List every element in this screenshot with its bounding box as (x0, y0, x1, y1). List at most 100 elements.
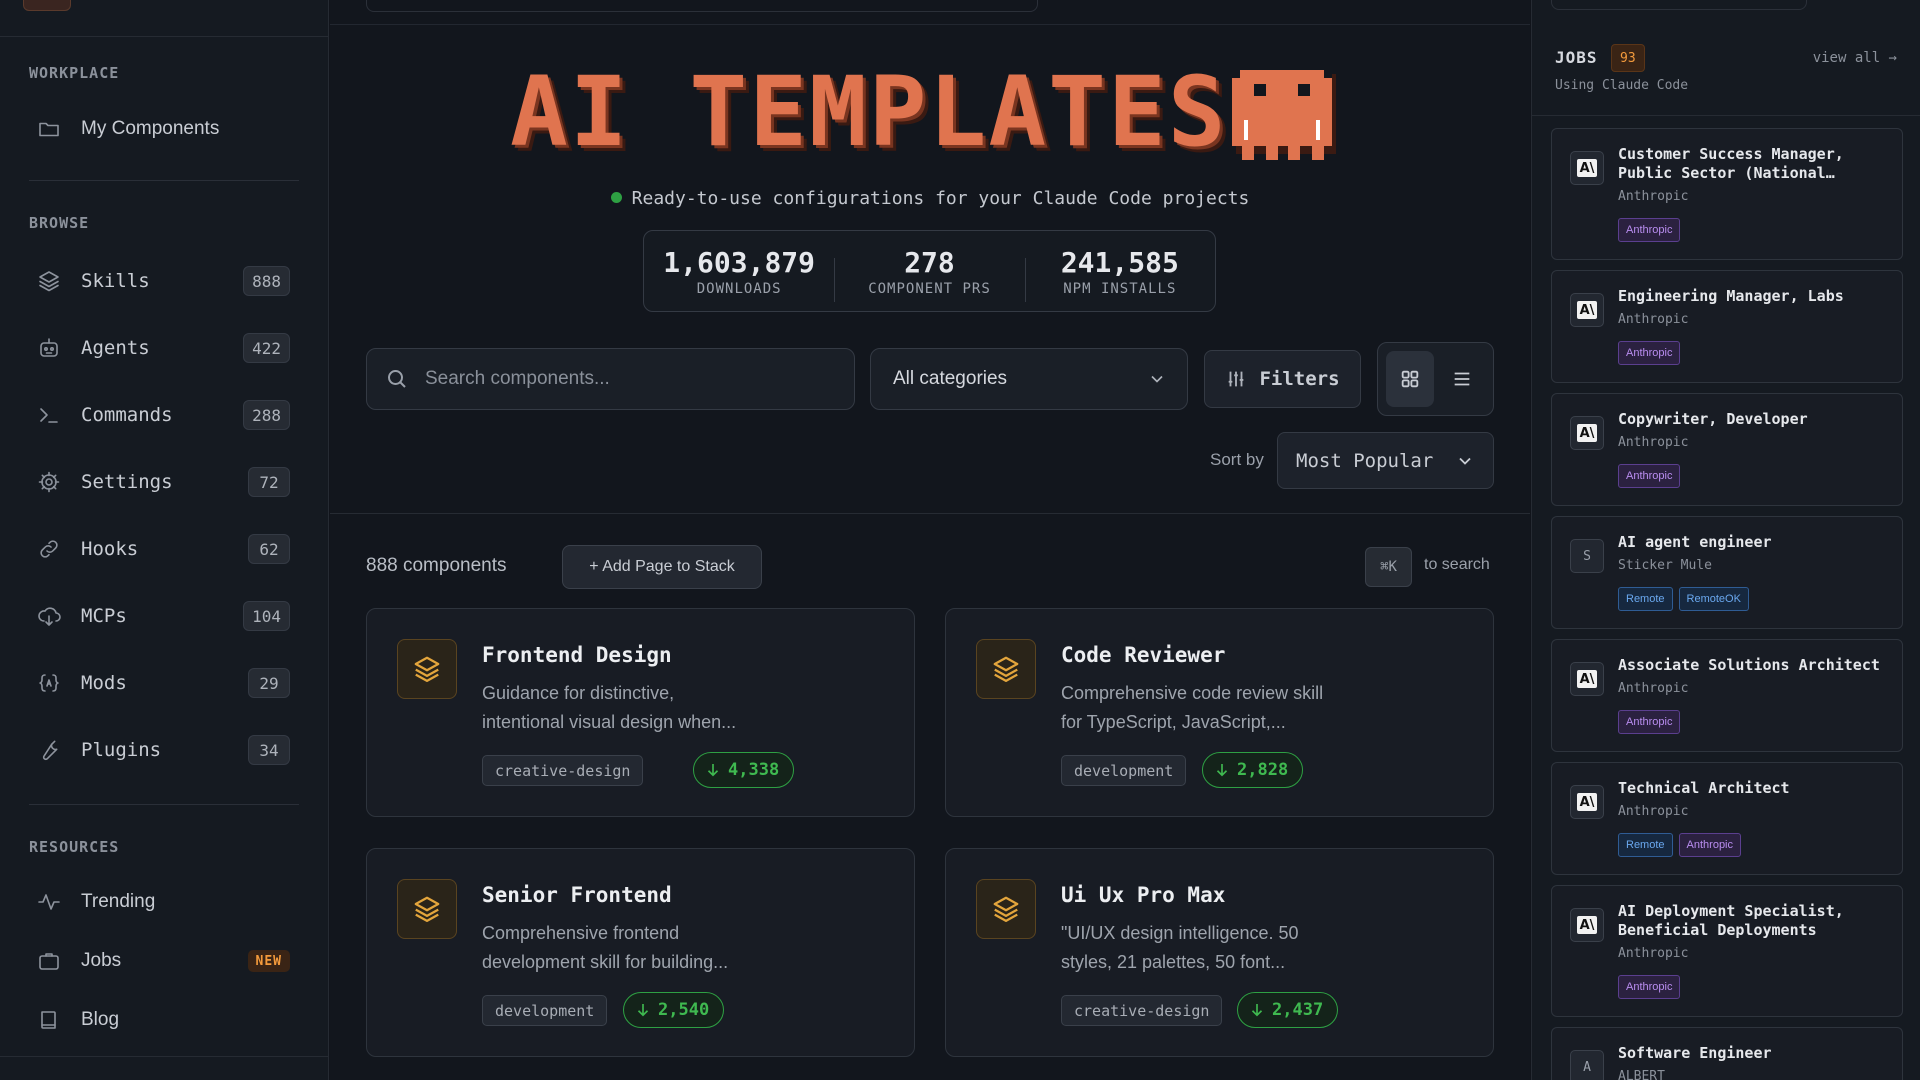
job-tags: Remote RemoteOK (1618, 587, 1749, 611)
sidebar-item-label: My Components (81, 118, 220, 139)
anthropic-logo-icon: A\ (1577, 159, 1597, 177)
layers-icon (397, 879, 457, 939)
shortcut-hint: to search (1424, 556, 1490, 573)
download-count: 4,338 (693, 752, 795, 788)
sidebar-item-label: Blog (81, 1009, 120, 1030)
grid-view-button[interactable] (1386, 351, 1434, 407)
sort-select[interactable]: Most Popular (1277, 432, 1494, 489)
job-title: Technical Architect (1618, 779, 1790, 797)
card-title: Senior Frontend (482, 883, 672, 907)
job-title: AI Deployment Specialist, Beneficial Dep… (1618, 902, 1844, 939)
sidebar-item-label: Skills (81, 270, 150, 292)
sidebar-item-settings[interactable]: Settings 72 (29, 459, 299, 505)
job-company: Anthropic (1618, 312, 1689, 327)
count-badge: 72 (248, 467, 290, 497)
view-all-link[interactable]: view all → (1813, 50, 1897, 66)
job-tag: Remote (1618, 833, 1673, 857)
wrench-icon (29, 738, 69, 762)
count-badge: 288 (243, 400, 290, 430)
mascot-icon (1232, 70, 1336, 160)
search-input[interactable] (425, 368, 825, 390)
sidebar: WORKPLACE My Components BROWSE Skills 88… (0, 0, 329, 1080)
job-title: Copywriter, Developer (1618, 410, 1808, 428)
section-title-resources: RESOURCES (29, 838, 120, 856)
robot-icon (29, 336, 69, 360)
sidebar-item-trending[interactable]: Trending (29, 879, 299, 925)
stat-label: DOWNLOADS (696, 280, 782, 297)
job-tags: Anthropic (1618, 710, 1681, 734)
stat-downloads: 1,603,879 DOWNLOADS (644, 246, 834, 297)
list-view-button[interactable] (1438, 351, 1486, 407)
sidebar-item-commands[interactable]: Commands 288 (29, 392, 299, 438)
divider (330, 24, 1530, 25)
download-count: 2,437 (1237, 992, 1339, 1028)
section-title-browse: BROWSE (29, 214, 90, 232)
sidebar-item-label: MCPs (81, 605, 127, 627)
job-card[interactable]: A\ Engineering Manager, Labs Anthropic A… (1551, 270, 1903, 383)
job-tag: Anthropic (1678, 833, 1742, 857)
job-card[interactable]: S AI agent engineer Sticker Mule Remote … (1551, 516, 1903, 629)
stats-panel: 1,603,879 DOWNLOADS 278 COMPONENT PRS 24… (643, 230, 1216, 312)
sidebar-item-label: Plugins (81, 739, 162, 761)
job-card[interactable]: A\ Technical Architect Anthropic Remote … (1551, 762, 1903, 875)
category-tag: development (482, 995, 608, 1026)
filters-button[interactable]: Filters (1204, 350, 1361, 408)
job-company: Anthropic (1618, 435, 1689, 450)
job-tag: Anthropic (1618, 218, 1681, 242)
divider (0, 1056, 328, 1057)
sidebar-item-mods[interactable]: Mods 29 (29, 660, 299, 706)
job-card[interactable]: A\ Copywriter, Developer Anthropic Anthr… (1551, 393, 1903, 506)
sidebar-item-hooks[interactable]: Hooks 62 (29, 526, 299, 572)
sidebar-item-skills[interactable]: Skills 888 (29, 258, 299, 304)
job-card[interactable]: A\ Associate Solutions Architect Anthrop… (1551, 639, 1903, 752)
top-search-bar[interactable] (366, 0, 1038, 12)
activity-icon (29, 890, 69, 914)
add-page-to-stack-button[interactable]: + Add Page to Stack (562, 545, 762, 589)
company-logo: A\ (1570, 293, 1604, 327)
company-logo: A\ (1570, 416, 1604, 450)
stat-npm-installs: 241,585 NPM INSTALLS (1024, 246, 1215, 302)
category-select[interactable]: All categories (870, 348, 1188, 410)
job-card[interactable]: A\ Customer Success Manager, Public Sect… (1551, 128, 1903, 260)
job-card[interactable]: A Software Engineer ALBERT (1551, 1027, 1903, 1080)
divider (29, 180, 299, 181)
anthropic-logo-icon: A\ (1577, 916, 1597, 934)
sidebar-item-blog[interactable]: Blog (29, 997, 299, 1043)
jobs-title: JOBS (1555, 48, 1598, 67)
card-description: Comprehensive frontend development skill … (482, 923, 729, 972)
card-description: Guidance for distinctive, intentional vis… (482, 683, 737, 732)
component-card[interactable]: Code Reviewer Comprehensive code review … (945, 608, 1494, 817)
sidebar-item-agents[interactable]: Agents 422 (29, 325, 299, 371)
card-title: Ui Ux Pro Max (1061, 883, 1226, 907)
company-logo: A\ (1570, 151, 1604, 185)
sort-label: Sort by (1210, 450, 1264, 469)
stat-label: COMPONENT PRS (868, 280, 991, 297)
company-initial: A (1583, 1059, 1591, 1075)
anthropic-logo-icon: A\ (1577, 793, 1597, 811)
gear-icon (29, 470, 69, 494)
filters-label: Filters (1259, 368, 1340, 390)
count-badge: 29 (248, 668, 290, 698)
arrow-down-icon (1251, 1004, 1263, 1017)
job-card[interactable]: A\ AI Deployment Specialist, Beneficial … (1551, 885, 1903, 1017)
job-tag: RemoteOK (1678, 587, 1749, 611)
category-tag: creative-design (482, 755, 644, 786)
job-title: Engineering Manager, Labs (1618, 287, 1844, 305)
component-card[interactable]: Frontend Design Guidance for distinctive… (366, 608, 915, 817)
sidebar-header (0, 0, 328, 37)
sidebar-item-mcps[interactable]: MCPs 104 (29, 593, 299, 639)
job-tags: Anthropic (1618, 218, 1681, 242)
main-content: AI TEMPLATES Ready-to-use configurations… (330, 0, 1530, 1080)
stat-value: 1,603,879 (663, 245, 816, 279)
component-card[interactable]: Ui Ux Pro Max "UI/UX design intelligence… (945, 848, 1494, 1057)
sidebar-item-jobs[interactable]: Jobs NEW (29, 938, 299, 984)
sidebar-item-plugins[interactable]: Plugins 34 (29, 727, 299, 773)
job-tag: Anthropic (1618, 710, 1681, 734)
grid-icon (1401, 370, 1419, 388)
job-tag: Anthropic (1618, 341, 1681, 365)
component-card[interactable]: Senior Frontend Comprehensive frontend de… (366, 848, 915, 1057)
sidebar-item-my-components[interactable]: My Components (29, 106, 299, 152)
logo-button[interactable] (23, 0, 71, 11)
top-action-bar[interactable] (1551, 0, 1807, 10)
count-badge: 62 (248, 534, 290, 564)
